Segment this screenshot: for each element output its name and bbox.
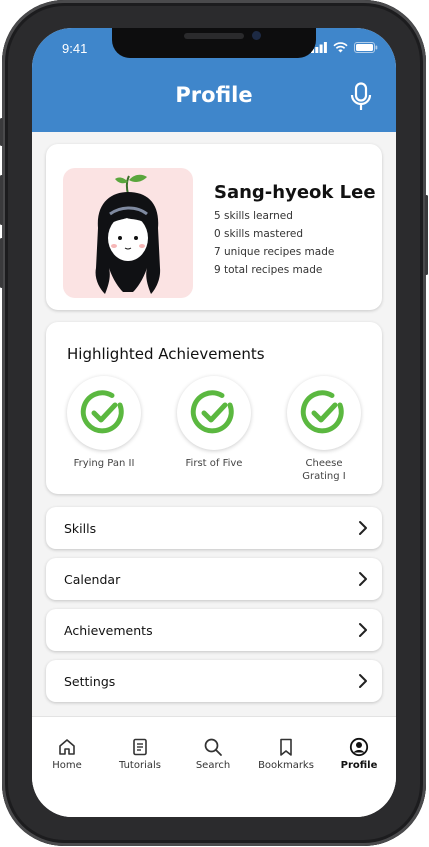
- tab-label: Bookmarks: [258, 760, 314, 771]
- achievement-badge[interactable]: [67, 376, 141, 450]
- menu-item-label: Settings: [64, 674, 116, 689]
- menu-item-label: Achievements: [64, 623, 153, 638]
- stat-skills-learned: 5 skills learned: [214, 210, 293, 222]
- achievement-badge[interactable]: [287, 376, 361, 450]
- stat-unique-recipes: 7 unique recipes made: [214, 246, 335, 258]
- achievement-label: First of Five: [185, 458, 243, 469]
- profile-card: Sang-hyeok Lee 5 skills learned 0 skills…: [46, 144, 382, 310]
- battery-icon: [354, 42, 378, 53]
- achievement-label: Cheese Grating I: [302, 458, 346, 482]
- tab-label: Search: [195, 760, 231, 771]
- home-icon: [59, 739, 75, 755]
- screen: 9:41 Profile Sang-hyeok Lee 5 skills lea…: [32, 28, 396, 817]
- tab-label: Profile: [340, 760, 378, 771]
- profile-name: Sang-hyeok Lee: [214, 182, 376, 203]
- app-header: 9:41 Profile: [32, 28, 396, 132]
- bookmark-icon: [280, 738, 292, 756]
- chevron-right-icon: [359, 623, 367, 637]
- chevron-right-icon: [359, 572, 367, 586]
- menu-item-label: Calendar: [64, 572, 121, 587]
- menu-item-calendar[interactable]: Calendar: [46, 558, 382, 600]
- silent-switch: [0, 118, 3, 146]
- check-circle-icon: [300, 390, 344, 434]
- menu-item-label: Skills: [64, 521, 97, 536]
- tab-bookmarks[interactable]: Bookmarks: [251, 737, 321, 771]
- tab-home[interactable]: Home: [32, 737, 102, 771]
- speaker-grille: [184, 33, 244, 39]
- notch: [112, 28, 316, 58]
- tab-tutorials[interactable]: Tutorials: [105, 737, 175, 771]
- check-circle-icon: [190, 390, 234, 434]
- wifi-icon: [333, 42, 348, 53]
- page-title: Profile: [175, 83, 253, 107]
- document-icon: [133, 738, 147, 756]
- achievements-title: Highlighted Achievements: [67, 345, 265, 363]
- volume-down-button: [0, 238, 3, 288]
- stat-total-recipes: 9 total recipes made: [214, 264, 323, 276]
- search-icon: [204, 738, 222, 756]
- chevron-right-icon: [359, 521, 367, 535]
- tab-label: Home: [52, 760, 82, 771]
- power-button: [425, 195, 428, 275]
- tab-profile[interactable]: Profile: [324, 737, 394, 771]
- achievement-label: Frying Pan II: [73, 458, 135, 469]
- tab-search[interactable]: Search: [178, 737, 248, 771]
- tab-label: Tutorials: [119, 760, 161, 771]
- volume-up-button: [0, 175, 3, 225]
- chevron-right-icon: [359, 674, 367, 688]
- user-circle-icon: [349, 737, 369, 757]
- menu-item-skills[interactable]: Skills: [46, 507, 382, 549]
- front-camera: [252, 31, 261, 40]
- check-circle-icon: [80, 390, 124, 434]
- stat-skills-mastered: 0 skills mastered: [214, 228, 304, 240]
- tab-bar: Home Tutorials Search Bookmarks Profile: [32, 716, 396, 817]
- status-icons: [311, 42, 378, 53]
- status-time: 9:41: [62, 41, 88, 56]
- avatar: [63, 168, 193, 298]
- microphone-icon[interactable]: [350, 82, 372, 112]
- achievement-badge[interactable]: [177, 376, 251, 450]
- menu-item-settings[interactable]: Settings: [46, 660, 382, 702]
- avatar-illustration: [95, 174, 161, 294]
- menu-item-achievements[interactable]: Achievements: [46, 609, 382, 651]
- achievements-card: Highlighted Achievements Frying Pan II F…: [46, 322, 382, 494]
